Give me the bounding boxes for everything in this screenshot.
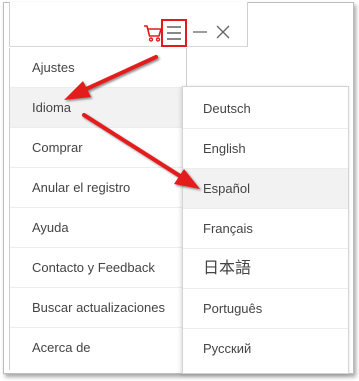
menu-icon xyxy=(167,26,181,40)
language-item-english[interactable]: English xyxy=(183,129,348,169)
language-item-deutsch[interactable]: Deutsch xyxy=(183,89,348,129)
main-menu: Ajustes Idioma Comprar Anular el registr… xyxy=(9,48,187,370)
language-item-portugues[interactable]: Português xyxy=(183,289,348,329)
menu-item-contacto[interactable]: Contacto y Feedback xyxy=(10,248,186,288)
app-titlebar xyxy=(9,2,248,47)
language-item-russian[interactable]: Русский xyxy=(183,329,348,369)
menu-item-idioma[interactable]: Idioma xyxy=(10,88,186,128)
menu-item-comprar[interactable]: Comprar xyxy=(10,128,186,168)
language-item-japanese[interactable]: 日本語 xyxy=(183,249,348,289)
menu-item-buscar-actualizaciones[interactable]: Buscar actualizaciones xyxy=(10,288,186,328)
language-submenu: Deutsch English Español Français 日本語 Por… xyxy=(182,86,349,374)
menu-item-ajustes[interactable]: Ajustes xyxy=(10,48,186,88)
close-icon[interactable] xyxy=(215,24,231,40)
menu-item-anular-registro[interactable]: Anular el registro xyxy=(10,168,186,208)
menu-item-ayuda[interactable]: Ayuda xyxy=(10,208,186,248)
language-item-espanol[interactable]: Español xyxy=(183,169,348,209)
menu-item-acerca-de[interactable]: Acerca de xyxy=(10,328,186,368)
menu-button[interactable] xyxy=(161,19,187,47)
cart-icon[interactable] xyxy=(143,23,163,43)
minimize-icon[interactable] xyxy=(192,23,208,39)
language-item-francais[interactable]: Français xyxy=(183,209,348,249)
